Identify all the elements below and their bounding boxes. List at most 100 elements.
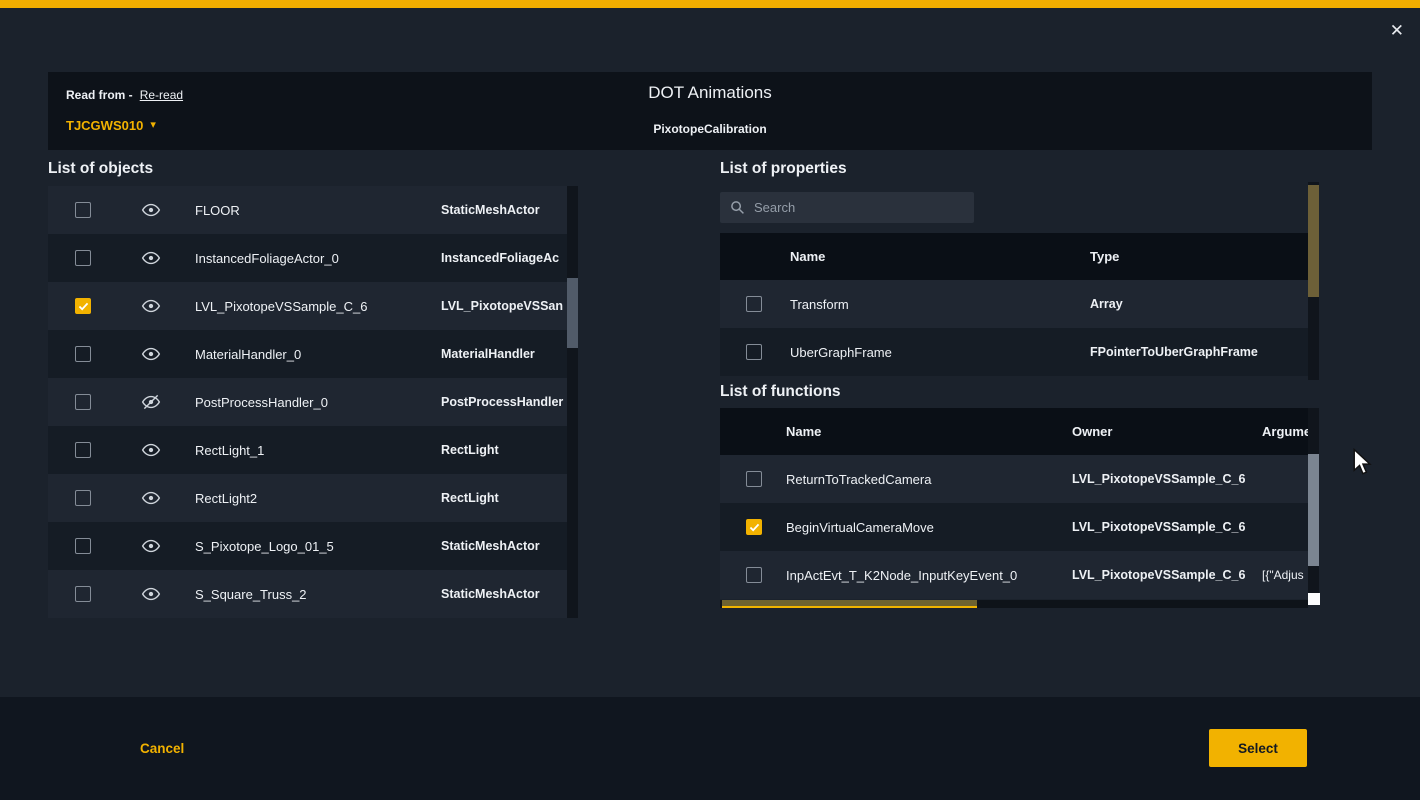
- search-box[interactable]: [720, 192, 974, 223]
- object-checkbox[interactable]: [75, 250, 91, 266]
- search-icon: [730, 200, 745, 215]
- object-checkbox[interactable]: [75, 442, 91, 458]
- object-row[interactable]: PostProcessHandler_0 PostProcessHandler: [48, 378, 578, 426]
- function-row[interactable]: ReturnToTrackedCamera LVL_PixotopeVSSamp…: [720, 455, 1308, 503]
- eye-icon[interactable]: [141, 536, 161, 556]
- object-type: StaticMeshActor: [441, 539, 564, 553]
- function-row[interactable]: InpActEvt_T_K2Node_InputKeyEvent_0 LVL_P…: [720, 551, 1308, 599]
- function-row[interactable]: BeginVirtualCameraMove LVL_PixotopeVSSam…: [720, 503, 1308, 551]
- dialog-header: Read from -Re-read TJCGWS010 ▾ DOT Anima…: [48, 72, 1372, 150]
- mouse-cursor: [1352, 448, 1372, 477]
- object-checkbox[interactable]: [75, 298, 91, 314]
- eye-icon[interactable]: [141, 344, 161, 364]
- functions-rows: ReturnToTrackedCamera LVL_PixotopeVSSamp…: [720, 455, 1308, 599]
- property-name: UberGraphFrame: [790, 345, 1090, 360]
- dialog-title: DOT Animations: [48, 83, 1372, 103]
- objects-scrollbar-thumb[interactable]: [567, 278, 578, 348]
- object-checkbox[interactable]: [75, 538, 91, 554]
- object-row[interactable]: MaterialHandler_0 MaterialHandler: [48, 330, 578, 378]
- object-row[interactable]: RectLight_1 RectLight: [48, 426, 578, 474]
- close-icon[interactable]: ✕: [1390, 22, 1404, 39]
- function-owner: LVL_PixotopeVSSample_C_6: [1072, 520, 1262, 534]
- property-name: Transform: [790, 297, 1090, 312]
- function-name: ReturnToTrackedCamera: [786, 472, 1072, 487]
- horizontal-scrollbar-thumb[interactable]: [722, 600, 977, 608]
- object-type: MaterialHandler: [441, 347, 564, 361]
- function-owner: LVL_PixotopeVSSample_C_6: [1072, 472, 1262, 486]
- accent-topbar: [0, 0, 1420, 8]
- object-name: RectLight2: [195, 491, 441, 506]
- select-button[interactable]: Select: [1209, 729, 1307, 767]
- object-name: S_Pixotope_Logo_01_5: [195, 539, 441, 554]
- eye-icon[interactable]: [141, 392, 161, 412]
- cancel-button[interactable]: Cancel: [140, 741, 184, 756]
- object-type: StaticMeshActor: [441, 587, 564, 601]
- properties-table: Name Type Transform Array UberGraphFrame…: [720, 233, 1308, 376]
- functions-table: Name Owner Arguments ReturnToTrackedCame…: [720, 408, 1308, 599]
- checkmark-icon: [78, 302, 89, 311]
- property-row[interactable]: UberGraphFrame FPointerToUberGraphFrame: [720, 328, 1308, 376]
- function-arguments: [{"Adjus: [1262, 568, 1308, 582]
- object-checkbox[interactable]: [75, 346, 91, 362]
- object-checkbox[interactable]: [75, 394, 91, 410]
- object-checkbox[interactable]: [75, 202, 91, 218]
- eye-icon[interactable]: [141, 488, 161, 508]
- object-type: PostProcessHandler: [441, 395, 564, 409]
- object-type: InstancedFoliageAc: [441, 251, 564, 265]
- functions-heading: List of functions: [720, 383, 841, 401]
- properties-scrollbar[interactable]: [1308, 182, 1319, 380]
- checkmark-icon: [749, 523, 760, 532]
- eye-icon[interactable]: [141, 200, 161, 220]
- object-row[interactable]: InstancedFoliageActor_0 InstancedFoliage…: [48, 234, 578, 282]
- object-type: LVL_PixotopeVSSan: [441, 299, 564, 313]
- object-name: FLOOR: [195, 203, 441, 218]
- object-row[interactable]: RectLight2 RectLight: [48, 474, 578, 522]
- function-name: BeginVirtualCameraMove: [786, 520, 1072, 535]
- property-row[interactable]: Transform Array: [720, 280, 1308, 328]
- function-owner: LVL_PixotopeVSSample_C_6: [1072, 568, 1262, 582]
- object-row[interactable]: FLOOR StaticMeshActor: [48, 186, 578, 234]
- function-name: InpActEvt_T_K2Node_InputKeyEvent_0: [786, 568, 1072, 583]
- object-row[interactable]: S_Pixotope_Logo_01_5 StaticMeshActor: [48, 522, 578, 570]
- properties-scrollbar-thumb[interactable]: [1308, 185, 1319, 297]
- object-name: MaterialHandler_0: [195, 347, 441, 362]
- property-type: FPointerToUberGraphFrame: [1090, 345, 1300, 359]
- eye-icon[interactable]: [141, 440, 161, 460]
- functions-column-owner: Owner: [1072, 424, 1262, 439]
- property-checkbox[interactable]: [746, 344, 762, 360]
- dot-animations-dialog: ✕ Read from -Re-read TJCGWS010 ▾ DOT Ani…: [0, 0, 1420, 800]
- function-checkbox[interactable]: [746, 519, 762, 535]
- properties-heading: List of properties: [720, 160, 847, 178]
- scrollbar-corner: [1308, 593, 1320, 605]
- functions-column-name: Name: [786, 424, 1072, 439]
- properties-rows: Transform Array UberGraphFrame FPointerT…: [720, 280, 1308, 376]
- objects-table: FLOOR StaticMeshActor InstancedFoliageAc…: [48, 186, 578, 618]
- object-row[interactable]: LVL_PixotopeVSSample_C_6 LVL_PixotopeVSS…: [48, 282, 578, 330]
- object-name: LVL_PixotopeVSSample_C_6: [195, 299, 441, 314]
- objects-heading: List of objects: [48, 160, 153, 178]
- object-row[interactable]: S_Square_Truss_2 StaticMeshActor: [48, 570, 578, 618]
- functions-column-arguments: Arguments: [1262, 424, 1308, 439]
- object-type: RectLight: [441, 491, 564, 505]
- function-checkbox[interactable]: [746, 567, 762, 583]
- function-checkbox[interactable]: [746, 471, 762, 487]
- functions-table-header: Name Owner Arguments: [720, 408, 1308, 455]
- eye-icon[interactable]: [141, 296, 161, 316]
- eye-icon[interactable]: [141, 584, 161, 604]
- functions-scrollbar-thumb[interactable]: [1308, 454, 1319, 566]
- properties-column-name: Name: [790, 249, 1090, 264]
- objects-scrollbar[interactable]: [567, 186, 578, 618]
- object-name: S_Square_Truss_2: [195, 587, 441, 602]
- object-checkbox[interactable]: [75, 490, 91, 506]
- functions-horizontal-scrollbar[interactable]: [720, 600, 1308, 608]
- property-checkbox[interactable]: [746, 296, 762, 312]
- object-name: InstancedFoliageActor_0: [195, 251, 441, 266]
- functions-scrollbar[interactable]: [1308, 408, 1319, 604]
- object-type: RectLight: [441, 443, 564, 457]
- eye-icon[interactable]: [141, 248, 161, 268]
- search-input[interactable]: [754, 200, 964, 215]
- object-name: PostProcessHandler_0: [195, 395, 441, 410]
- object-checkbox[interactable]: [75, 586, 91, 602]
- object-type: StaticMeshActor: [441, 203, 564, 217]
- dialog-footer: Cancel Select: [0, 697, 1420, 800]
